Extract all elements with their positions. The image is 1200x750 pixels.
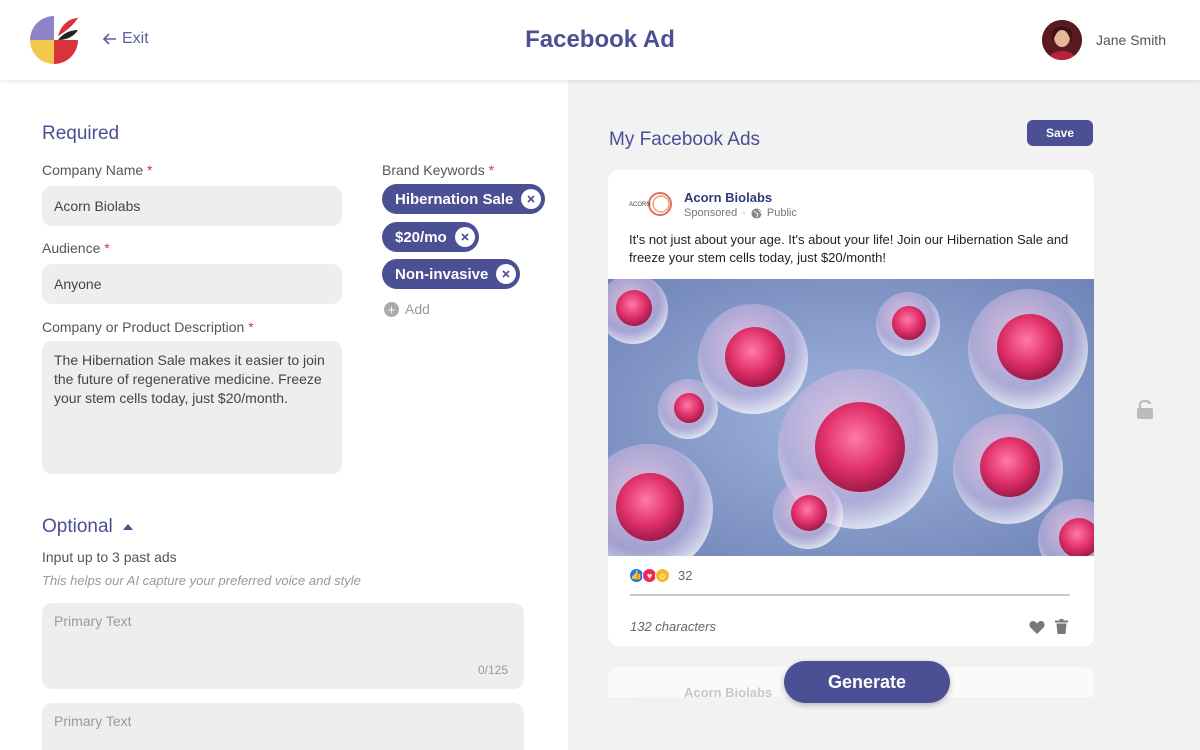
plus-circle-icon: + [384, 301, 399, 317]
trash-icon[interactable] [1055, 619, 1068, 634]
ad-image [608, 279, 1094, 556]
user-menu[interactable]: Jane Smith [1041, 20, 1166, 60]
meta-separator: · [742, 207, 746, 219]
add-keyword-label: Add [405, 301, 430, 317]
save-button[interactable]: Save [1027, 120, 1093, 146]
page-title: Facebook Ad [525, 26, 675, 53]
optional-subtitle: Input up to 3 past ads [42, 549, 177, 565]
company-name-label: Company Name * [42, 162, 153, 178]
description-field[interactable]: The Hibernation Sale makes it easier to … [42, 341, 342, 474]
top-bar: Exit Facebook Ad Jane Smith [0, 0, 1200, 80]
audience-label: Audience * [42, 240, 110, 256]
close-icon[interactable] [454, 227, 475, 247]
required-section-title: Required [42, 123, 120, 144]
ad-company-name: Acorn Biolabs [684, 685, 773, 700]
heart-icon[interactable] [1029, 620, 1045, 634]
character-counter: 0/125 [477, 663, 508, 677]
past-ad-placeholder: Primary Text [54, 613, 132, 629]
keyword-chip[interactable]: $20/mo [382, 222, 479, 252]
ad-primary-text: It's not just about your age. It's about… [629, 232, 1069, 265]
ad-form-panel: Required Company Name * Acorn Biolabs Au… [0, 80, 568, 750]
optional-hint: This helps our AI capture your preferred… [42, 573, 361, 588]
brand-keywords-label: Brand Keywords * [382, 162, 495, 178]
optional-section-title: Optional [42, 516, 113, 537]
company-logo: ACORN [629, 192, 672, 216]
lock-icon[interactable] [1136, 398, 1154, 420]
company-name-field[interactable]: Acorn Biolabs [42, 186, 342, 226]
optional-section-toggle[interactable]: Optional [42, 516, 133, 538]
wow-icon: o [655, 568, 670, 583]
add-keyword-button[interactable]: + Add [384, 301, 430, 317]
ad-company-name[interactable]: Acorn Biolabs [684, 190, 772, 205]
svg-text:ACORN: ACORN [629, 202, 651, 208]
character-count: 132 characters [630, 619, 716, 634]
ads-preview-panel: My Facebook Ads Save ACORN Acorn Biolabs… [568, 80, 1200, 750]
ad-preview-card[interactable]: ACORN Acorn Biolabs Sponsored · Public I… [608, 170, 1094, 646]
reactions[interactable]: 👍 ♥ o 32 [629, 568, 692, 583]
description-label: Company or Product Description * [42, 319, 254, 335]
reaction-count: 32 [678, 568, 693, 583]
keyword-chip-label: $20/mo [395, 228, 447, 246]
caret-up-icon [122, 524, 133, 530]
visibility-label: Public [766, 207, 797, 219]
ad-meta: Sponsored · Public [684, 207, 797, 219]
past-ad-field[interactable]: Primary Text 0/125 [42, 603, 524, 689]
past-ad-field[interactable]: Primary Text [42, 703, 524, 750]
keyword-chip-label: Non-invasive [395, 265, 489, 283]
past-ad-placeholder: Primary Text [54, 713, 132, 729]
close-icon[interactable] [496, 264, 517, 284]
keyword-chip[interactable]: Non-invasive [382, 259, 521, 289]
audience-field[interactable]: Anyone [42, 264, 342, 304]
divider [630, 594, 1070, 596]
close-icon[interactable] [521, 189, 542, 209]
my-ads-title: My Facebook Ads [609, 129, 761, 150]
globe-icon [751, 207, 762, 219]
generate-button[interactable]: Generate [784, 661, 950, 703]
keyword-chip[interactable]: Hibernation Sale [382, 184, 546, 214]
sponsored-label: Sponsored [684, 207, 738, 219]
keyword-chip-label: Hibernation Sale [395, 190, 514, 208]
avatar[interactable] [1041, 20, 1082, 60]
user-name: Jane Smith [1095, 32, 1166, 48]
